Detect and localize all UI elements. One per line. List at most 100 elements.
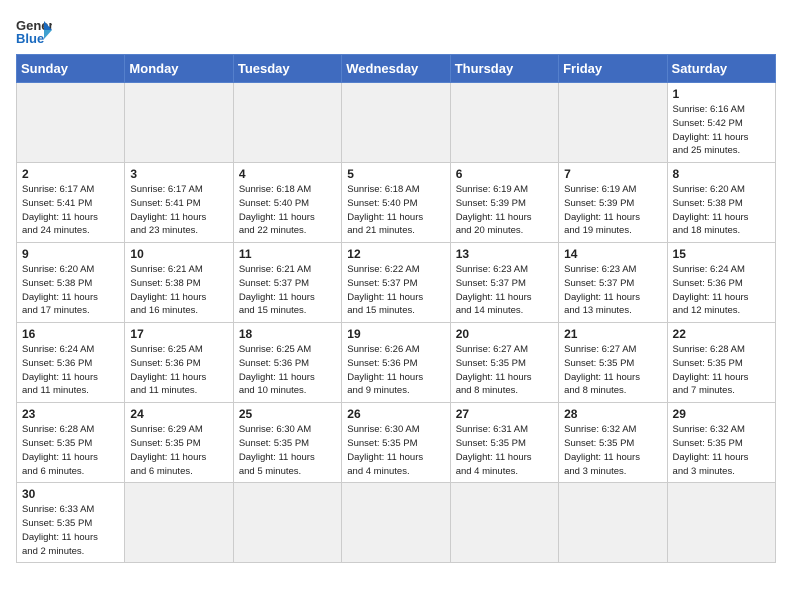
calendar-cell: 21 Sunrise: 6:27 AM Sunset: 5:35 PM Dayli… bbox=[559, 323, 667, 403]
calendar-cell: 18 Sunrise: 6:25 AM Sunset: 5:36 PM Dayli… bbox=[233, 323, 341, 403]
weekday-header-tuesday: Tuesday bbox=[233, 55, 341, 83]
day-info: Sunrise: 6:26 AM Sunset: 5:36 PM Dayligh… bbox=[347, 343, 444, 398]
calendar-cell: 2Sunrise: 6:17 AM Sunset: 5:41 PM Daylig… bbox=[17, 163, 125, 243]
day-number: 27 bbox=[456, 407, 553, 421]
calendar-cell: 14 Sunrise: 6:23 AM Sunset: 5:37 PM Dayli… bbox=[559, 243, 667, 323]
header: General Blue bbox=[16, 16, 776, 46]
calendar-table: SundayMondayTuesdayWednesdayThursdayFrid… bbox=[16, 54, 776, 563]
weekday-header-friday: Friday bbox=[559, 55, 667, 83]
day-number: 26 bbox=[347, 407, 444, 421]
day-info: Sunrise: 6:23 AM Sunset: 5:37 PM Dayligh… bbox=[456, 263, 553, 318]
calendar-cell: 17Sunrise: 6:25 AM Sunset: 5:36 PM Dayli… bbox=[125, 323, 233, 403]
day-info: Sunrise: 6:30 AM Sunset: 5:35 PM Dayligh… bbox=[347, 423, 444, 478]
calendar-cell: 8 Sunrise: 6:20 AM Sunset: 5:38 PM Daylig… bbox=[667, 163, 775, 243]
day-number: 28 bbox=[564, 407, 661, 421]
day-info: Sunrise: 6:29 AM Sunset: 5:35 PM Dayligh… bbox=[130, 423, 227, 478]
day-number: 12 bbox=[347, 247, 444, 261]
calendar-cell: 16 Sunrise: 6:24 AM Sunset: 5:36 PM Dayli… bbox=[17, 323, 125, 403]
calendar-cell bbox=[559, 483, 667, 563]
day-number: 15 bbox=[673, 247, 770, 261]
weekday-header-wednesday: Wednesday bbox=[342, 55, 450, 83]
calendar-cell: 4 Sunrise: 6:18 AM Sunset: 5:40 PM Daylig… bbox=[233, 163, 341, 243]
day-number: 6 bbox=[456, 167, 553, 181]
day-number: 4 bbox=[239, 167, 336, 181]
day-info: Sunrise: 6:24 AM Sunset: 5:36 PM Dayligh… bbox=[22, 343, 119, 398]
day-number: 20 bbox=[456, 327, 553, 341]
day-info: Sunrise: 6:24 AM Sunset: 5:36 PM Dayligh… bbox=[673, 263, 770, 318]
day-info: Sunrise: 6:32 AM Sunset: 5:35 PM Dayligh… bbox=[564, 423, 661, 478]
calendar-cell bbox=[450, 83, 558, 163]
weekday-header-monday: Monday bbox=[125, 55, 233, 83]
weekday-header-sunday: Sunday bbox=[17, 55, 125, 83]
calendar-cell: 15 Sunrise: 6:24 AM Sunset: 5:36 PM Dayli… bbox=[667, 243, 775, 323]
calendar-cell: 25Sunrise: 6:30 AM Sunset: 5:35 PM Dayli… bbox=[233, 403, 341, 483]
calendar-cell bbox=[17, 83, 125, 163]
calendar-cell: 9 Sunrise: 6:20 AM Sunset: 5:38 PM Daylig… bbox=[17, 243, 125, 323]
day-info: Sunrise: 6:20 AM Sunset: 5:38 PM Dayligh… bbox=[22, 263, 119, 318]
day-number: 7 bbox=[564, 167, 661, 181]
calendar-cell bbox=[125, 83, 233, 163]
calendar-cell: 7 Sunrise: 6:19 AM Sunset: 5:39 PM Daylig… bbox=[559, 163, 667, 243]
day-info: Sunrise: 6:16 AM Sunset: 5:42 PM Dayligh… bbox=[673, 103, 770, 158]
day-number: 30 bbox=[22, 487, 119, 501]
day-info: Sunrise: 6:33 AM Sunset: 5:35 PM Dayligh… bbox=[22, 503, 119, 558]
day-info: Sunrise: 6:23 AM Sunset: 5:37 PM Dayligh… bbox=[564, 263, 661, 318]
calendar-cell bbox=[125, 483, 233, 563]
day-info: Sunrise: 6:30 AM Sunset: 5:35 PM Dayligh… bbox=[239, 423, 336, 478]
calendar-cell bbox=[342, 83, 450, 163]
day-number: 8 bbox=[673, 167, 770, 181]
day-info: Sunrise: 6:19 AM Sunset: 5:39 PM Dayligh… bbox=[564, 183, 661, 238]
calendar-cell: 13 Sunrise: 6:23 AM Sunset: 5:37 PM Dayli… bbox=[450, 243, 558, 323]
day-info: Sunrise: 6:19 AM Sunset: 5:39 PM Dayligh… bbox=[456, 183, 553, 238]
calendar-cell bbox=[342, 483, 450, 563]
day-info: Sunrise: 6:22 AM Sunset: 5:37 PM Dayligh… bbox=[347, 263, 444, 318]
day-number: 3 bbox=[130, 167, 227, 181]
day-number: 10 bbox=[130, 247, 227, 261]
day-info: Sunrise: 6:21 AM Sunset: 5:38 PM Dayligh… bbox=[130, 263, 227, 318]
logo-icon: General Blue bbox=[16, 16, 52, 46]
day-info: Sunrise: 6:28 AM Sunset: 5:35 PM Dayligh… bbox=[673, 343, 770, 398]
calendar-cell: 6 Sunrise: 6:19 AM Sunset: 5:39 PM Daylig… bbox=[450, 163, 558, 243]
day-info: Sunrise: 6:20 AM Sunset: 5:38 PM Dayligh… bbox=[673, 183, 770, 238]
day-info: Sunrise: 6:31 AM Sunset: 5:35 PM Dayligh… bbox=[456, 423, 553, 478]
day-number: 24 bbox=[130, 407, 227, 421]
day-number: 9 bbox=[22, 247, 119, 261]
calendar-cell: 27 Sunrise: 6:31 AM Sunset: 5:35 PM Dayli… bbox=[450, 403, 558, 483]
calendar-cell: 24 Sunrise: 6:29 AM Sunset: 5:35 PM Dayli… bbox=[125, 403, 233, 483]
calendar-cell bbox=[667, 483, 775, 563]
day-number: 1 bbox=[673, 87, 770, 101]
day-number: 19 bbox=[347, 327, 444, 341]
calendar-cell: 26 Sunrise: 6:30 AM Sunset: 5:35 PM Dayli… bbox=[342, 403, 450, 483]
calendar-cell: 12 Sunrise: 6:22 AM Sunset: 5:37 PM Dayli… bbox=[342, 243, 450, 323]
calendar-cell: 5Sunrise: 6:18 AM Sunset: 5:40 PM Daylig… bbox=[342, 163, 450, 243]
calendar-cell: 3 Sunrise: 6:17 AM Sunset: 5:41 PM Daylig… bbox=[125, 163, 233, 243]
calendar-cell: 19 Sunrise: 6:26 AM Sunset: 5:36 PM Dayli… bbox=[342, 323, 450, 403]
calendar-cell bbox=[450, 483, 558, 563]
calendar-cell: 22Sunrise: 6:28 AM Sunset: 5:35 PM Dayli… bbox=[667, 323, 775, 403]
calendar-cell: 1 Sunrise: 6:16 AM Sunset: 5:42 PM Daylig… bbox=[667, 83, 775, 163]
day-number: 11 bbox=[239, 247, 336, 261]
day-number: 16 bbox=[22, 327, 119, 341]
calendar-cell bbox=[233, 83, 341, 163]
day-info: Sunrise: 6:17 AM Sunset: 5:41 PM Dayligh… bbox=[130, 183, 227, 238]
calendar-cell: 23 Sunrise: 6:28 AM Sunset: 5:35 PM Dayli… bbox=[17, 403, 125, 483]
day-number: 23 bbox=[22, 407, 119, 421]
day-info: Sunrise: 6:18 AM Sunset: 5:40 PM Dayligh… bbox=[239, 183, 336, 238]
day-info: Sunrise: 6:27 AM Sunset: 5:35 PM Dayligh… bbox=[564, 343, 661, 398]
day-number: 5 bbox=[347, 167, 444, 181]
day-number: 2 bbox=[22, 167, 119, 181]
day-info: Sunrise: 6:32 AM Sunset: 5:35 PM Dayligh… bbox=[673, 423, 770, 478]
calendar-cell: 28 Sunrise: 6:32 AM Sunset: 5:35 PM Dayli… bbox=[559, 403, 667, 483]
day-number: 14 bbox=[564, 247, 661, 261]
day-info: Sunrise: 6:25 AM Sunset: 5:36 PM Dayligh… bbox=[239, 343, 336, 398]
day-number: 13 bbox=[456, 247, 553, 261]
calendar-cell: 30 Sunrise: 6:33 AM Sunset: 5:35 PM Dayli… bbox=[17, 483, 125, 563]
calendar-cell: 29 Sunrise: 6:32 AM Sunset: 5:35 PM Dayli… bbox=[667, 403, 775, 483]
weekday-header-saturday: Saturday bbox=[667, 55, 775, 83]
calendar-cell: 10 Sunrise: 6:21 AM Sunset: 5:38 PM Dayli… bbox=[125, 243, 233, 323]
day-number: 18 bbox=[239, 327, 336, 341]
day-info: Sunrise: 6:28 AM Sunset: 5:35 PM Dayligh… bbox=[22, 423, 119, 478]
day-number: 29 bbox=[673, 407, 770, 421]
day-number: 21 bbox=[564, 327, 661, 341]
day-info: Sunrise: 6:27 AM Sunset: 5:35 PM Dayligh… bbox=[456, 343, 553, 398]
